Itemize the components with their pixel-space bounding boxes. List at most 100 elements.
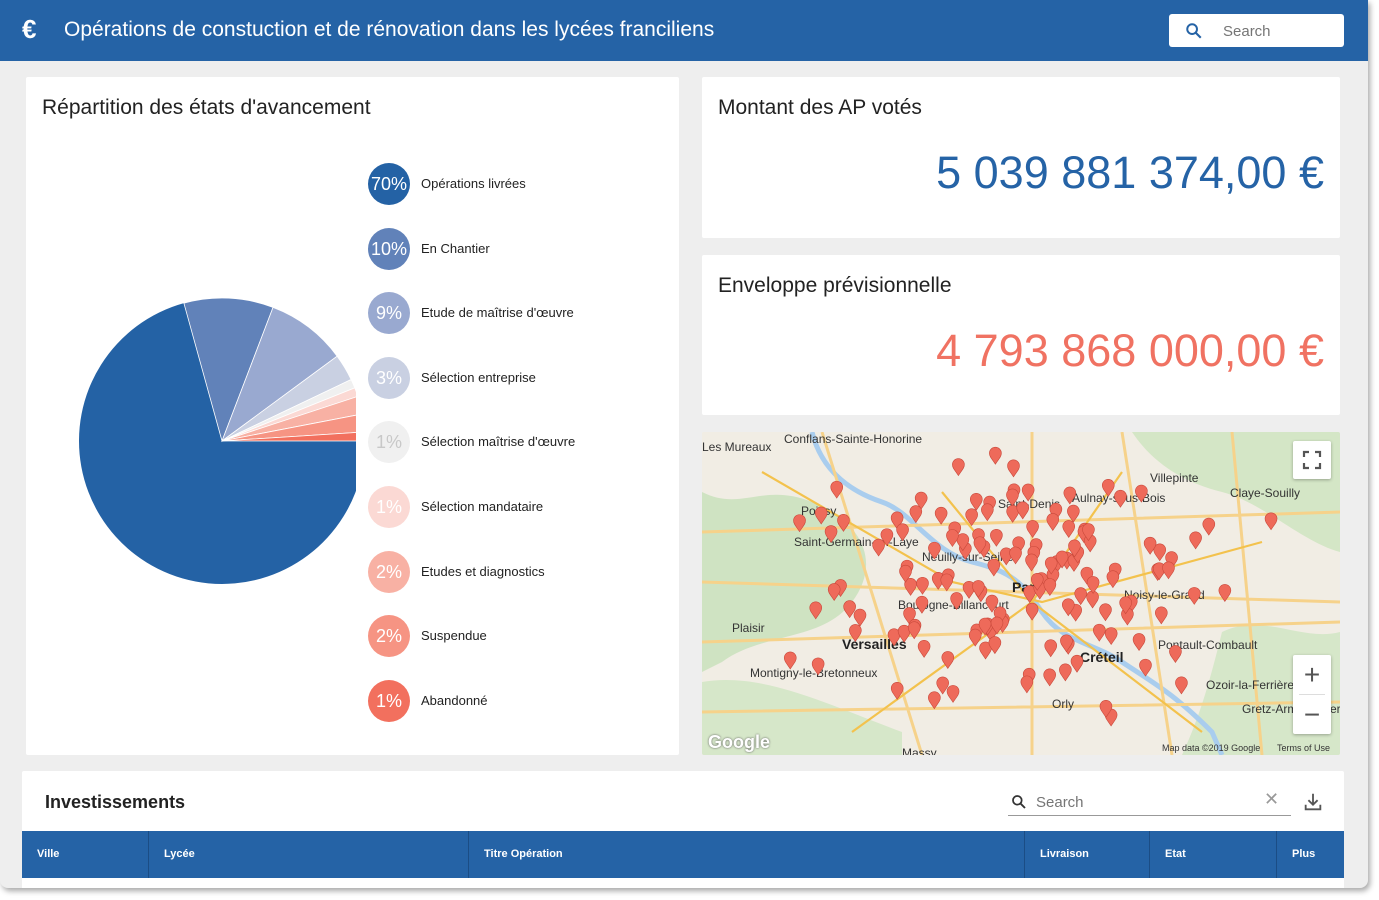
map-marker[interactable] [1021, 483, 1035, 502]
column-header-titre-operation[interactable]: Titre Opération [469, 831, 1025, 878]
map-marker[interactable] [890, 681, 904, 700]
map-marker[interactable] [969, 493, 983, 511]
map-marker[interactable] [1086, 590, 1099, 609]
map-marker[interactable] [1135, 484, 1148, 503]
map-marker[interactable] [1139, 658, 1152, 677]
map-marker[interactable] [793, 514, 806, 533]
legend-percent-badge: 10% [368, 227, 410, 270]
map-markers[interactable] [702, 432, 1340, 755]
map-marker[interactable] [1043, 578, 1057, 597]
map-marker[interactable] [1025, 553, 1038, 572]
map-marker[interactable] [1162, 561, 1175, 580]
map-marker[interactable] [872, 538, 885, 557]
map-marker[interactable] [965, 508, 978, 527]
map-marker[interactable] [907, 621, 921, 640]
map-marker[interactable] [981, 503, 994, 522]
map-marker[interactable] [1074, 587, 1087, 606]
map-marker[interactable] [909, 505, 923, 524]
status-pie-card: Répartition des états d'avancement 70% Op… [26, 77, 679, 755]
map-marker[interactable] [1189, 531, 1202, 550]
terms-of-use-link[interactable]: Terms of Use [1277, 743, 1330, 753]
map-marker[interactable] [1063, 486, 1077, 505]
fullscreen-icon [1302, 450, 1322, 470]
map-marker[interactable] [1132, 633, 1146, 652]
map-marker[interactable] [824, 525, 838, 544]
map-marker[interactable] [917, 640, 931, 658]
map-marker[interactable] [1070, 654, 1084, 673]
map-marker[interactable] [1202, 517, 1216, 536]
map-marker[interactable] [1043, 668, 1056, 687]
map-marker[interactable] [1067, 504, 1080, 523]
map-marker[interactable] [830, 480, 844, 499]
map-marker[interactable] [1016, 501, 1030, 520]
map-marker[interactable] [928, 691, 941, 710]
top-search-box[interactable] [1169, 14, 1344, 47]
map-view[interactable]: Conflans-Sainte-Honorine Les Mureaux Poi… [702, 432, 1340, 755]
map-marker[interactable] [946, 685, 960, 703]
table-search-box[interactable]: ✕ [1008, 787, 1291, 816]
map-marker[interactable] [827, 583, 841, 602]
map-marker[interactable] [1169, 645, 1182, 664]
map-marker[interactable] [934, 506, 948, 525]
table-search-input[interactable] [1034, 791, 1258, 813]
column-header-plus[interactable]: Plus [1277, 831, 1344, 878]
map-marker[interactable] [1218, 584, 1232, 602]
map-marker[interactable] [1093, 623, 1106, 642]
map-marker[interactable] [1046, 513, 1060, 531]
map-marker[interactable] [987, 558, 1001, 577]
download-icon[interactable] [1302, 791, 1324, 813]
map-marker[interactable] [853, 608, 867, 627]
map-marker[interactable] [1104, 627, 1118, 646]
map-marker[interactable] [968, 628, 982, 647]
map-marker[interactable] [849, 624, 862, 642]
column-header-lycee[interactable]: Lycée [149, 831, 469, 878]
map-marker[interactable] [1101, 478, 1115, 497]
map-marker[interactable] [1264, 512, 1278, 531]
map-marker[interactable] [1059, 663, 1072, 682]
map-marker[interactable] [952, 458, 965, 477]
legend-label: Etudes et diagnostics [421, 563, 545, 579]
map-marker[interactable] [1175, 676, 1188, 695]
investments-card: Investissements ✕ Ville Lycée Titre Opér… [22, 771, 1344, 888]
map-marker[interactable] [1020, 675, 1034, 694]
map-marker[interactable] [1006, 488, 1019, 507]
map-marker[interactable] [1007, 459, 1020, 478]
map-marker[interactable] [990, 528, 1003, 547]
map-marker[interactable] [896, 523, 909, 542]
map-marker[interactable] [941, 651, 955, 670]
map-marker[interactable] [916, 576, 929, 595]
map-marker[interactable] [1026, 520, 1039, 538]
map-marker[interactable] [1099, 603, 1112, 622]
clear-search-icon[interactable]: ✕ [1264, 789, 1279, 810]
map-marker[interactable] [1025, 602, 1039, 621]
column-header-ville[interactable]: Ville [22, 831, 149, 878]
map-marker[interactable] [946, 529, 959, 548]
map-marker[interactable] [1153, 543, 1167, 562]
map-marker[interactable] [1187, 587, 1201, 605]
map-marker[interactable] [989, 446, 1002, 465]
legend-percent-badge: 1% [368, 421, 410, 464]
map-marker[interactable] [783, 651, 797, 670]
map-marker[interactable] [1086, 576, 1100, 594]
zoom-in-button[interactable]: + [1293, 655, 1331, 694]
zoom-out-button[interactable]: − [1293, 695, 1331, 734]
map-marker[interactable] [837, 514, 850, 532]
map-marker[interactable] [1009, 546, 1022, 565]
map-marker[interactable] [940, 573, 954, 592]
map-marker[interactable] [814, 506, 828, 525]
map-marker[interactable] [1114, 489, 1127, 508]
search-input[interactable] [1221, 20, 1335, 42]
map-marker[interactable] [809, 601, 823, 620]
column-header-livraison[interactable]: Livraison [1025, 831, 1150, 878]
map-marker[interactable] [915, 595, 929, 614]
map-marker[interactable] [811, 657, 825, 676]
legend-label: Opérations livrées [421, 176, 526, 191]
map-marker[interactable] [1106, 570, 1120, 589]
fullscreen-button[interactable] [1293, 441, 1331, 479]
map-marker[interactable] [1044, 639, 1058, 658]
map-marker[interactable] [1155, 606, 1168, 625]
column-header-etat[interactable]: Etat [1150, 831, 1277, 878]
map-marker[interactable] [928, 541, 941, 560]
map-marker[interactable] [950, 592, 963, 611]
map-marker[interactable] [1062, 520, 1076, 538]
